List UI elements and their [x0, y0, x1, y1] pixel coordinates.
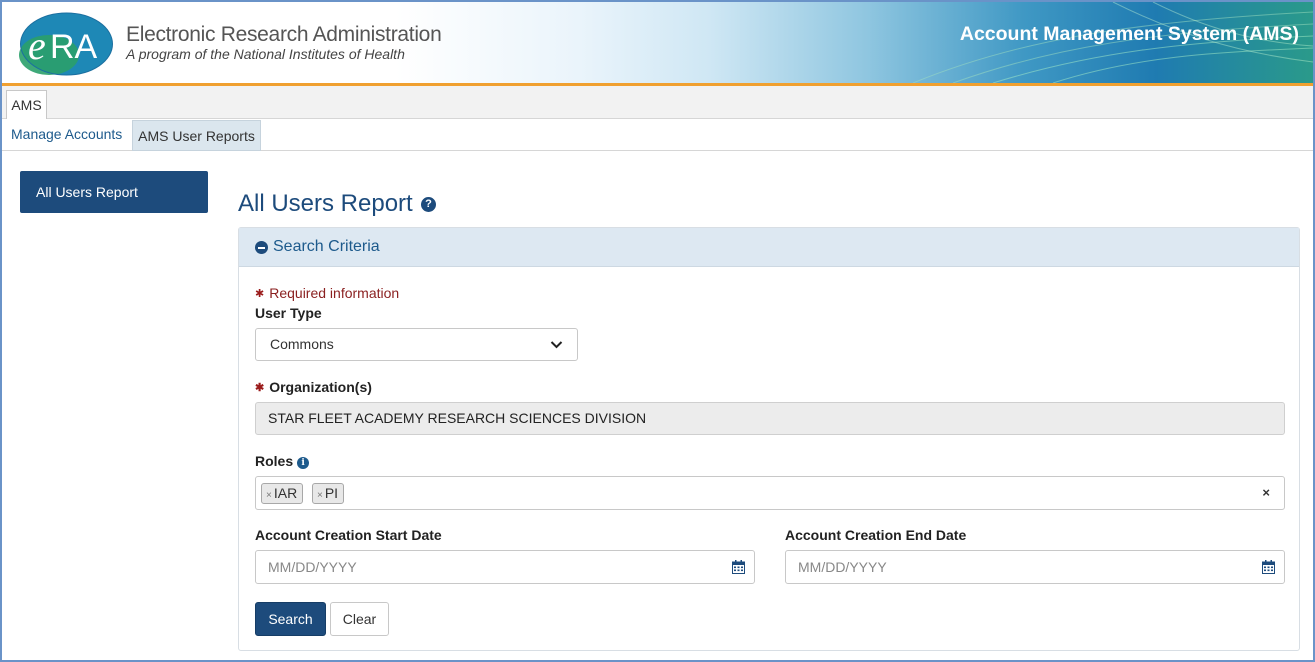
roles-label: Roles — [255, 453, 294, 469]
sidebar-item-all-users-report[interactable]: All Users Report — [20, 171, 208, 213]
primary-tab-bar: AMS — [2, 86, 1313, 120]
svg-text:e: e — [28, 23, 46, 68]
remove-chip-icon[interactable]: × — [266, 490, 272, 501]
end-date-input[interactable] — [798, 559, 1218, 575]
remove-chip-icon[interactable]: × — [317, 490, 323, 501]
user-type-select[interactable]: Commons — [255, 328, 578, 361]
required-note-text: Required information — [269, 285, 400, 301]
era-logo[interactable]: e RA — [19, 11, 114, 77]
site-header: e RA Electronic Research Administration … — [2, 2, 1313, 83]
page-title: All Users Report — [238, 190, 413, 217]
search-button[interactable]: Search — [255, 602, 326, 636]
calendar-icon[interactable] — [732, 560, 745, 574]
start-date-field[interactable] — [255, 550, 755, 584]
end-date-field[interactable] — [785, 550, 1285, 584]
start-date-input[interactable] — [268, 559, 688, 575]
app-title: Account Management System (AMS) — [959, 23, 1299, 45]
info-icon[interactable]: i — [297, 457, 310, 469]
start-date-label: Account Creation Start Date — [255, 527, 442, 543]
brand-title: Electronic Research Administration — [126, 23, 442, 46]
tab-ams[interactable]: AMS — [6, 90, 47, 120]
search-criteria-panel: Search Criteria ✱ Required information Us… — [238, 227, 1300, 651]
roles-label-row: Roles i — [255, 453, 310, 470]
tab-manage-accounts[interactable]: Manage Accounts — [11, 119, 122, 150]
tab-ams-user-reports[interactable]: AMS User Reports — [132, 120, 261, 151]
role-chip-label: IAR — [273, 485, 298, 501]
panel-header[interactable]: Search Criteria — [239, 228, 1299, 267]
question-circle-icon[interactable]: ? — [421, 197, 436, 212]
app-window: e RA Electronic Research Administration … — [0, 0, 1315, 662]
calendar-icon[interactable] — [1262, 560, 1275, 574]
clear-roles-icon[interactable]: × — [1262, 485, 1270, 500]
role-chip-label: PI — [324, 485, 339, 501]
user-type-value: Commons — [270, 336, 334, 352]
clear-button[interactable]: Clear — [330, 602, 389, 636]
secondary-tab-bar: Manage Accounts AMS User Reports — [2, 119, 1313, 151]
roles-multiselect[interactable]: × IAR × PI × — [255, 476, 1285, 510]
role-chip-iar: × IAR — [261, 483, 304, 504]
required-asterisk-icon: ✱ — [255, 288, 265, 300]
end-date-label: Account Creation End Date — [785, 527, 967, 543]
organization-label: Organization(s) — [269, 379, 372, 395]
user-type-label: User Type — [255, 305, 322, 321]
required-information-note: ✱ Required information — [255, 285, 399, 301]
svg-text:RA: RA — [50, 28, 98, 66]
organization-label-row: ✱ Organization(s) — [255, 379, 372, 395]
panel-title[interactable]: Search Criteria — [273, 238, 380, 256]
minus-circle-icon[interactable] — [255, 241, 268, 254]
role-chip-pi: × PI — [312, 483, 345, 504]
organization-field: STAR FLEET ACADEMY RESEARCH SCIENCES DIV… — [255, 402, 1285, 435]
brand-subtitle: A program of the National Institutes of … — [126, 46, 405, 62]
chevron-down-icon — [550, 341, 563, 349]
required-asterisk-icon: ✱ — [255, 382, 265, 394]
